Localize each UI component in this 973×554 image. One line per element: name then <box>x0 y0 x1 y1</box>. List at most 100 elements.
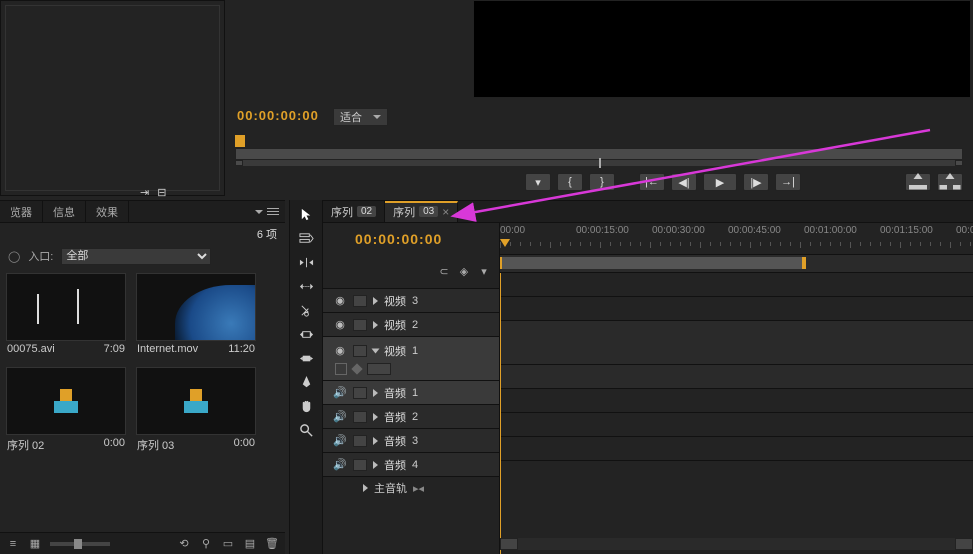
auto-match-icon[interactable]: ⟲ <box>177 537 191 551</box>
timeline-timecode[interactable]: 00:00:00:00 <box>323 223 499 255</box>
find-icon[interactable]: ◯ <box>8 250 20 263</box>
program-scroll[interactable] <box>235 160 963 166</box>
slide-tool[interactable] <box>294 348 318 368</box>
eye-icon[interactable]: ◉ <box>333 318 347 331</box>
timeline-tracks-area[interactable]: 00:0000:00:15:0000:00:30:0000:00:45:0000… <box>500 223 973 554</box>
track-lane[interactable] <box>500 321 973 365</box>
program-timecode[interactable]: 00:00:00:00 <box>237 108 319 123</box>
zoom-fit-dropdown[interactable]: 适合 <box>333 108 388 126</box>
overwrite-icon[interactable]: ⊟ <box>157 186 166 199</box>
master-track-header[interactable]: 主音轨 ▸◂ <box>323 477 499 499</box>
track-lane[interactable] <box>500 413 973 437</box>
expand-icon[interactable] <box>373 389 378 397</box>
track-output-toggle[interactable] <box>353 435 367 447</box>
track-lane[interactable] <box>500 437 973 461</box>
audio-track-header[interactable]: 🔊 音频 3 <box>323 429 499 453</box>
bin-item[interactable]: 序列 020:00 <box>6 367 126 455</box>
new-bin-icon[interactable]: ▭ <box>221 537 235 551</box>
video-track-header[interactable]: ◉ 视频 1 <box>323 337 499 381</box>
close-icon[interactable]: × <box>442 205 449 219</box>
track-output-toggle[interactable] <box>353 387 367 399</box>
audio-track-header[interactable]: 🔊 音频 4 <box>323 453 499 477</box>
play-button[interactable]: ▶ <box>703 173 737 191</box>
track-lane[interactable] <box>500 389 973 413</box>
extract-button[interactable] <box>937 173 963 191</box>
insert-icon[interactable]: ⇥ <box>140 186 149 199</box>
speaker-icon[interactable]: 🔊 <box>333 410 347 423</box>
expand-icon[interactable] <box>373 461 378 469</box>
mark-in-button[interactable]: { <box>557 173 583 191</box>
panel-menu[interactable] <box>255 201 285 222</box>
collapse-icon[interactable] <box>372 348 380 353</box>
rate-stretch-tool[interactable] <box>294 276 318 296</box>
eye-icon[interactable]: ◉ <box>333 344 347 357</box>
tab-effects[interactable]: 效果 <box>86 201 129 222</box>
expand-icon[interactable] <box>373 321 378 329</box>
speaker-icon[interactable]: 🔊 <box>333 434 347 447</box>
track-select-tool[interactable] <box>294 228 318 248</box>
timeline-hscroll[interactable] <box>500 538 973 550</box>
snap-icon[interactable]: ⊂ <box>437 265 451 279</box>
add-marker-button[interactable]: ▾ <box>525 173 551 191</box>
track-output-toggle[interactable] <box>353 411 367 423</box>
track-lock-icon[interactable] <box>335 363 347 375</box>
track-output-toggle[interactable] <box>353 459 367 471</box>
expand-icon[interactable] <box>373 413 378 421</box>
razor-tool[interactable] <box>294 300 318 320</box>
thumb-size-slider[interactable] <box>50 542 110 546</box>
filter-select[interactable]: 全部 <box>61 248 211 265</box>
hand-tool[interactable] <box>294 396 318 416</box>
expand-handle-icon[interactable]: ▸◂ <box>413 482 424 495</box>
mark-out-button[interactable]: } <box>589 173 615 191</box>
speaker-icon[interactable]: 🔊 <box>333 458 347 471</box>
timeline-tab[interactable]: 序列 03 × <box>385 201 458 222</box>
work-area-bar[interactable] <box>500 255 973 273</box>
list-view-icon[interactable]: ≡ <box>6 537 20 551</box>
tab-browser[interactable]: 览器 <box>0 201 43 222</box>
step-back-button[interactable]: ◀| <box>671 173 697 191</box>
audio-track-header[interactable]: 🔊 音频 1 <box>323 381 499 405</box>
bin-item[interactable]: 序列 030:00 <box>136 367 256 455</box>
track-lane[interactable] <box>500 273 973 297</box>
in-point-marker[interactable] <box>235 135 245 147</box>
marker-icon[interactable]: ◈ <box>457 265 471 279</box>
track-output-toggle[interactable] <box>353 345 367 357</box>
delete-icon[interactable]: 🗑 <box>265 537 279 551</box>
speaker-icon[interactable]: 🔊 <box>333 386 347 399</box>
expand-icon[interactable] <box>363 484 368 492</box>
expand-icon[interactable] <box>373 297 378 305</box>
program-viewport[interactable] <box>473 0 971 98</box>
find-button-icon[interactable]: ⚲ <box>199 537 213 551</box>
track-output-toggle[interactable] <box>353 295 367 307</box>
track-output-toggle[interactable] <box>353 319 367 331</box>
expand-icon[interactable] <box>373 437 378 445</box>
go-to-out-button[interactable]: →| <box>775 173 801 191</box>
video-track-header[interactable]: ◉ 视频 2 <box>323 313 499 337</box>
track-style-toggle[interactable] <box>367 363 391 375</box>
new-item-icon[interactable]: ▤ <box>243 537 257 551</box>
settings-icon[interactable]: ▾ <box>477 265 491 279</box>
go-to-in-button[interactable]: |← <box>639 173 665 191</box>
slip-tool[interactable] <box>294 324 318 344</box>
video-track-header[interactable]: ◉ 视频 3 <box>323 289 499 313</box>
timeline-ruler[interactable]: 00:0000:00:15:0000:00:30:0000:00:45:0000… <box>500 223 973 255</box>
timeline-tab[interactable]: 序列 02 <box>323 201 385 222</box>
selection-tool[interactable] <box>294 204 318 224</box>
track-num: 2 <box>412 411 418 423</box>
bin-item[interactable]: 00075.avi7:09 <box>6 273 126 357</box>
lift-button[interactable] <box>905 173 931 191</box>
eye-icon[interactable]: ◉ <box>333 294 347 307</box>
playhead-indicator[interactable] <box>500 239 510 247</box>
keyframe-icon[interactable] <box>351 363 362 374</box>
track-lane[interactable] <box>500 297 973 321</box>
track-lane[interactable] <box>500 365 973 389</box>
zoom-tool[interactable] <box>294 420 318 440</box>
pen-tool[interactable] <box>294 372 318 392</box>
ripple-edit-tool[interactable] <box>294 252 318 272</box>
tab-info[interactable]: 信息 <box>43 201 86 222</box>
icon-view-icon[interactable]: ▦ <box>28 537 42 551</box>
audio-track-header[interactable]: 🔊 音频 2 <box>323 405 499 429</box>
step-forward-button[interactable]: |▶ <box>743 173 769 191</box>
playhead[interactable] <box>500 273 501 554</box>
bin-item[interactable]: Internet.mov11:20 <box>136 273 256 357</box>
